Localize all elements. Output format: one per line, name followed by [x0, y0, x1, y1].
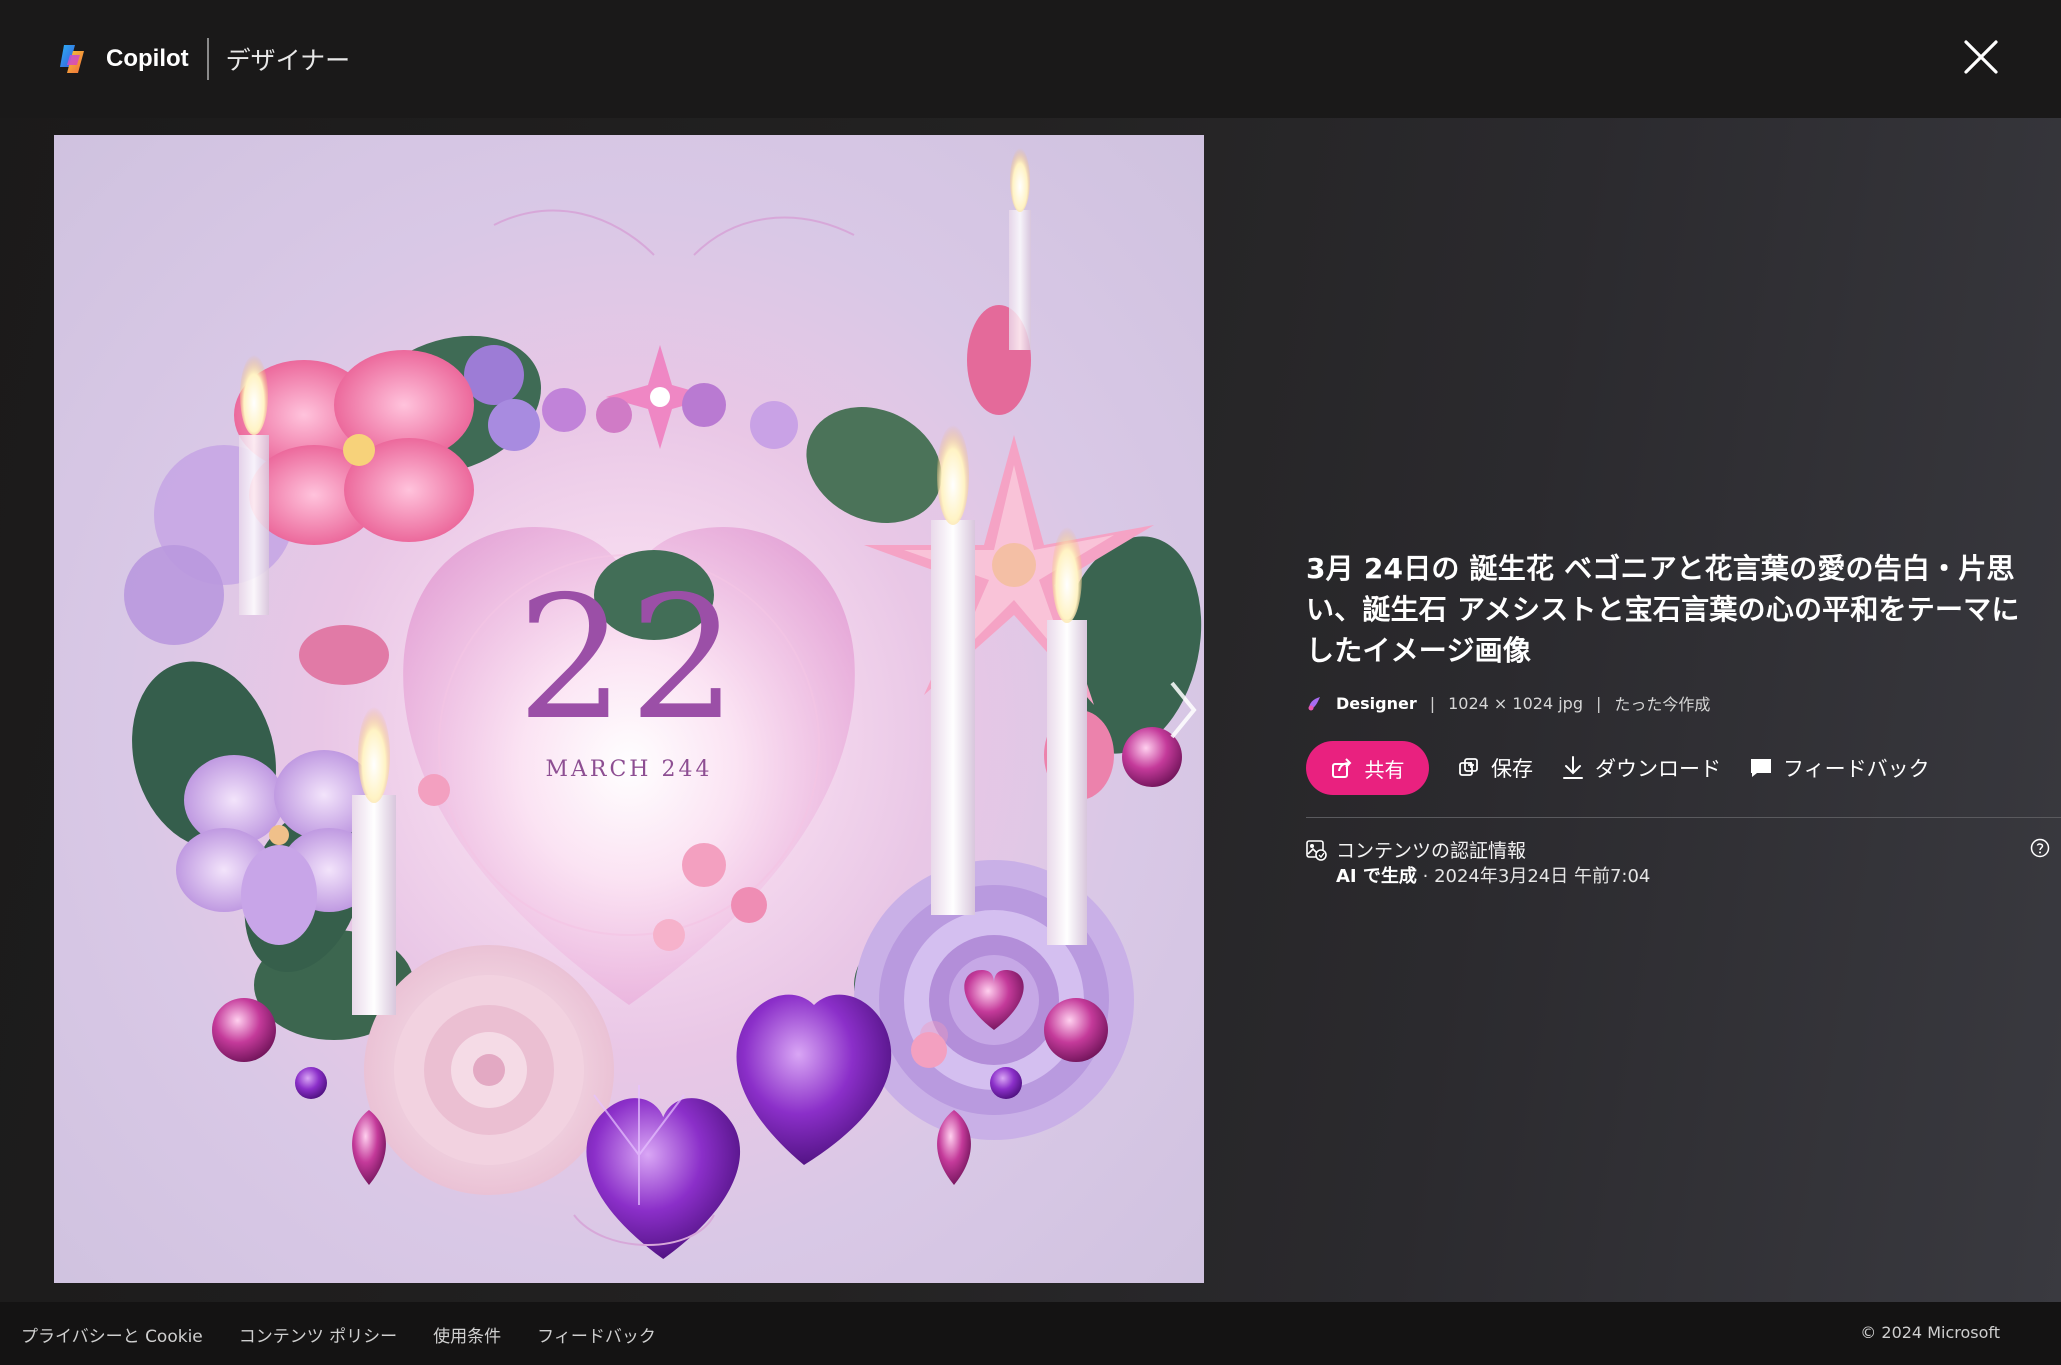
download-button[interactable]: ダウンロード — [1561, 753, 1721, 783]
content-credentials-title: コンテンツの認証情報 — [1336, 840, 1527, 862]
generated-date: · 2024年3月24日 午前7:04 — [1416, 866, 1651, 887]
image-number: 22 — [516, 560, 742, 758]
meta-source: Designer — [1336, 693, 1417, 713]
footer: プライバシーと Cookie コンテンツ ポリシー 使用条件 フィードバック ©… — [0, 1302, 2061, 1365]
meta-created: たった今作成 — [1614, 695, 1711, 714]
download-label: ダウンロード — [1595, 757, 1721, 781]
feedback-button[interactable]: フィードバック — [1749, 753, 1930, 783]
content-credentials-detail: AI で生成 · 2024年3月24日 午前7:04 — [1336, 862, 1650, 888]
ai-generated-label: AI で生成 — [1336, 866, 1417, 887]
footer-link-privacy[interactable]: プライバシーと Cookie — [21, 1322, 203, 1347]
save-icon — [1459, 758, 1478, 776]
footer-links: プライバシーと Cookie コンテンツ ポリシー 使用条件 フィードバック — [21, 1322, 692, 1347]
close-icon[interactable] — [1962, 38, 2000, 76]
share-label: 共有 — [1364, 757, 1405, 782]
designer-logo-icon — [1308, 697, 1320, 711]
copyright: © 2024 Microsoft — [1860, 1323, 2000, 1342]
content-credentials: コンテンツの認証情報 AI で生成 · 2024年3月24日 午前7:04 — [1306, 836, 2050, 888]
feedback-label: フィードバック — [1783, 757, 1930, 781]
brand-subtitle: デザイナー — [225, 46, 351, 75]
meta-separator: | — [1429, 693, 1436, 713]
copilot-logo-icon — [60, 45, 84, 73]
footer-link-feedback[interactable]: フィードバック — [537, 1322, 656, 1347]
meta-separator: | — [1595, 693, 1602, 713]
save-label: 保存 — [1491, 757, 1533, 781]
generated-image[interactable]: 22 MARCH 244 — [54, 135, 1204, 1283]
brand-name: Copilot — [106, 45, 189, 72]
brand-separator — [206, 38, 209, 80]
meta-dimensions: 1024 × 1024 jpg — [1448, 693, 1583, 713]
content-credentials-icon — [1306, 840, 1327, 861]
brand[interactable]: Copilot デザイナー — [56, 38, 351, 80]
footer-link-terms[interactable]: 使用条件 — [433, 1322, 501, 1347]
divider — [1306, 817, 2061, 818]
feedback-icon — [1751, 759, 1771, 777]
image-caption: MARCH 244 — [545, 757, 713, 782]
info-panel: 3月 24日の 誕生花 ベゴニアと花言葉の愛の告白・片思い、誕生石 アメシストと… — [1306, 548, 2061, 888]
pink-begonia — [234, 350, 474, 545]
share-button[interactable]: 共有 — [1306, 741, 1429, 795]
header: Copilot デザイナー — [0, 0, 2061, 118]
share-icon — [1331, 758, 1351, 778]
footer-link-content-policy[interactable]: コンテンツ ポリシー — [239, 1322, 397, 1347]
save-button[interactable]: 保存 — [1457, 753, 1533, 783]
image-title: 3月 24日の 誕生花 ベゴニアと花言葉の愛の告白・片思い、誕生石 アメシストと… — [1306, 552, 2020, 667]
designer-viewer: Copilot デザイナー 22 MARCH 244 3月 24日の 誕生花 ベ… — [0, 0, 2061, 1365]
download-icon — [1563, 756, 1583, 779]
action-bar: 共有 保存 ダウンロード フィードバック — [1306, 741, 2046, 795]
help-icon[interactable] — [2030, 838, 2050, 858]
image-meta: Designer | 1024 × 1024 jpg | たった今作成 — [1306, 691, 2046, 715]
